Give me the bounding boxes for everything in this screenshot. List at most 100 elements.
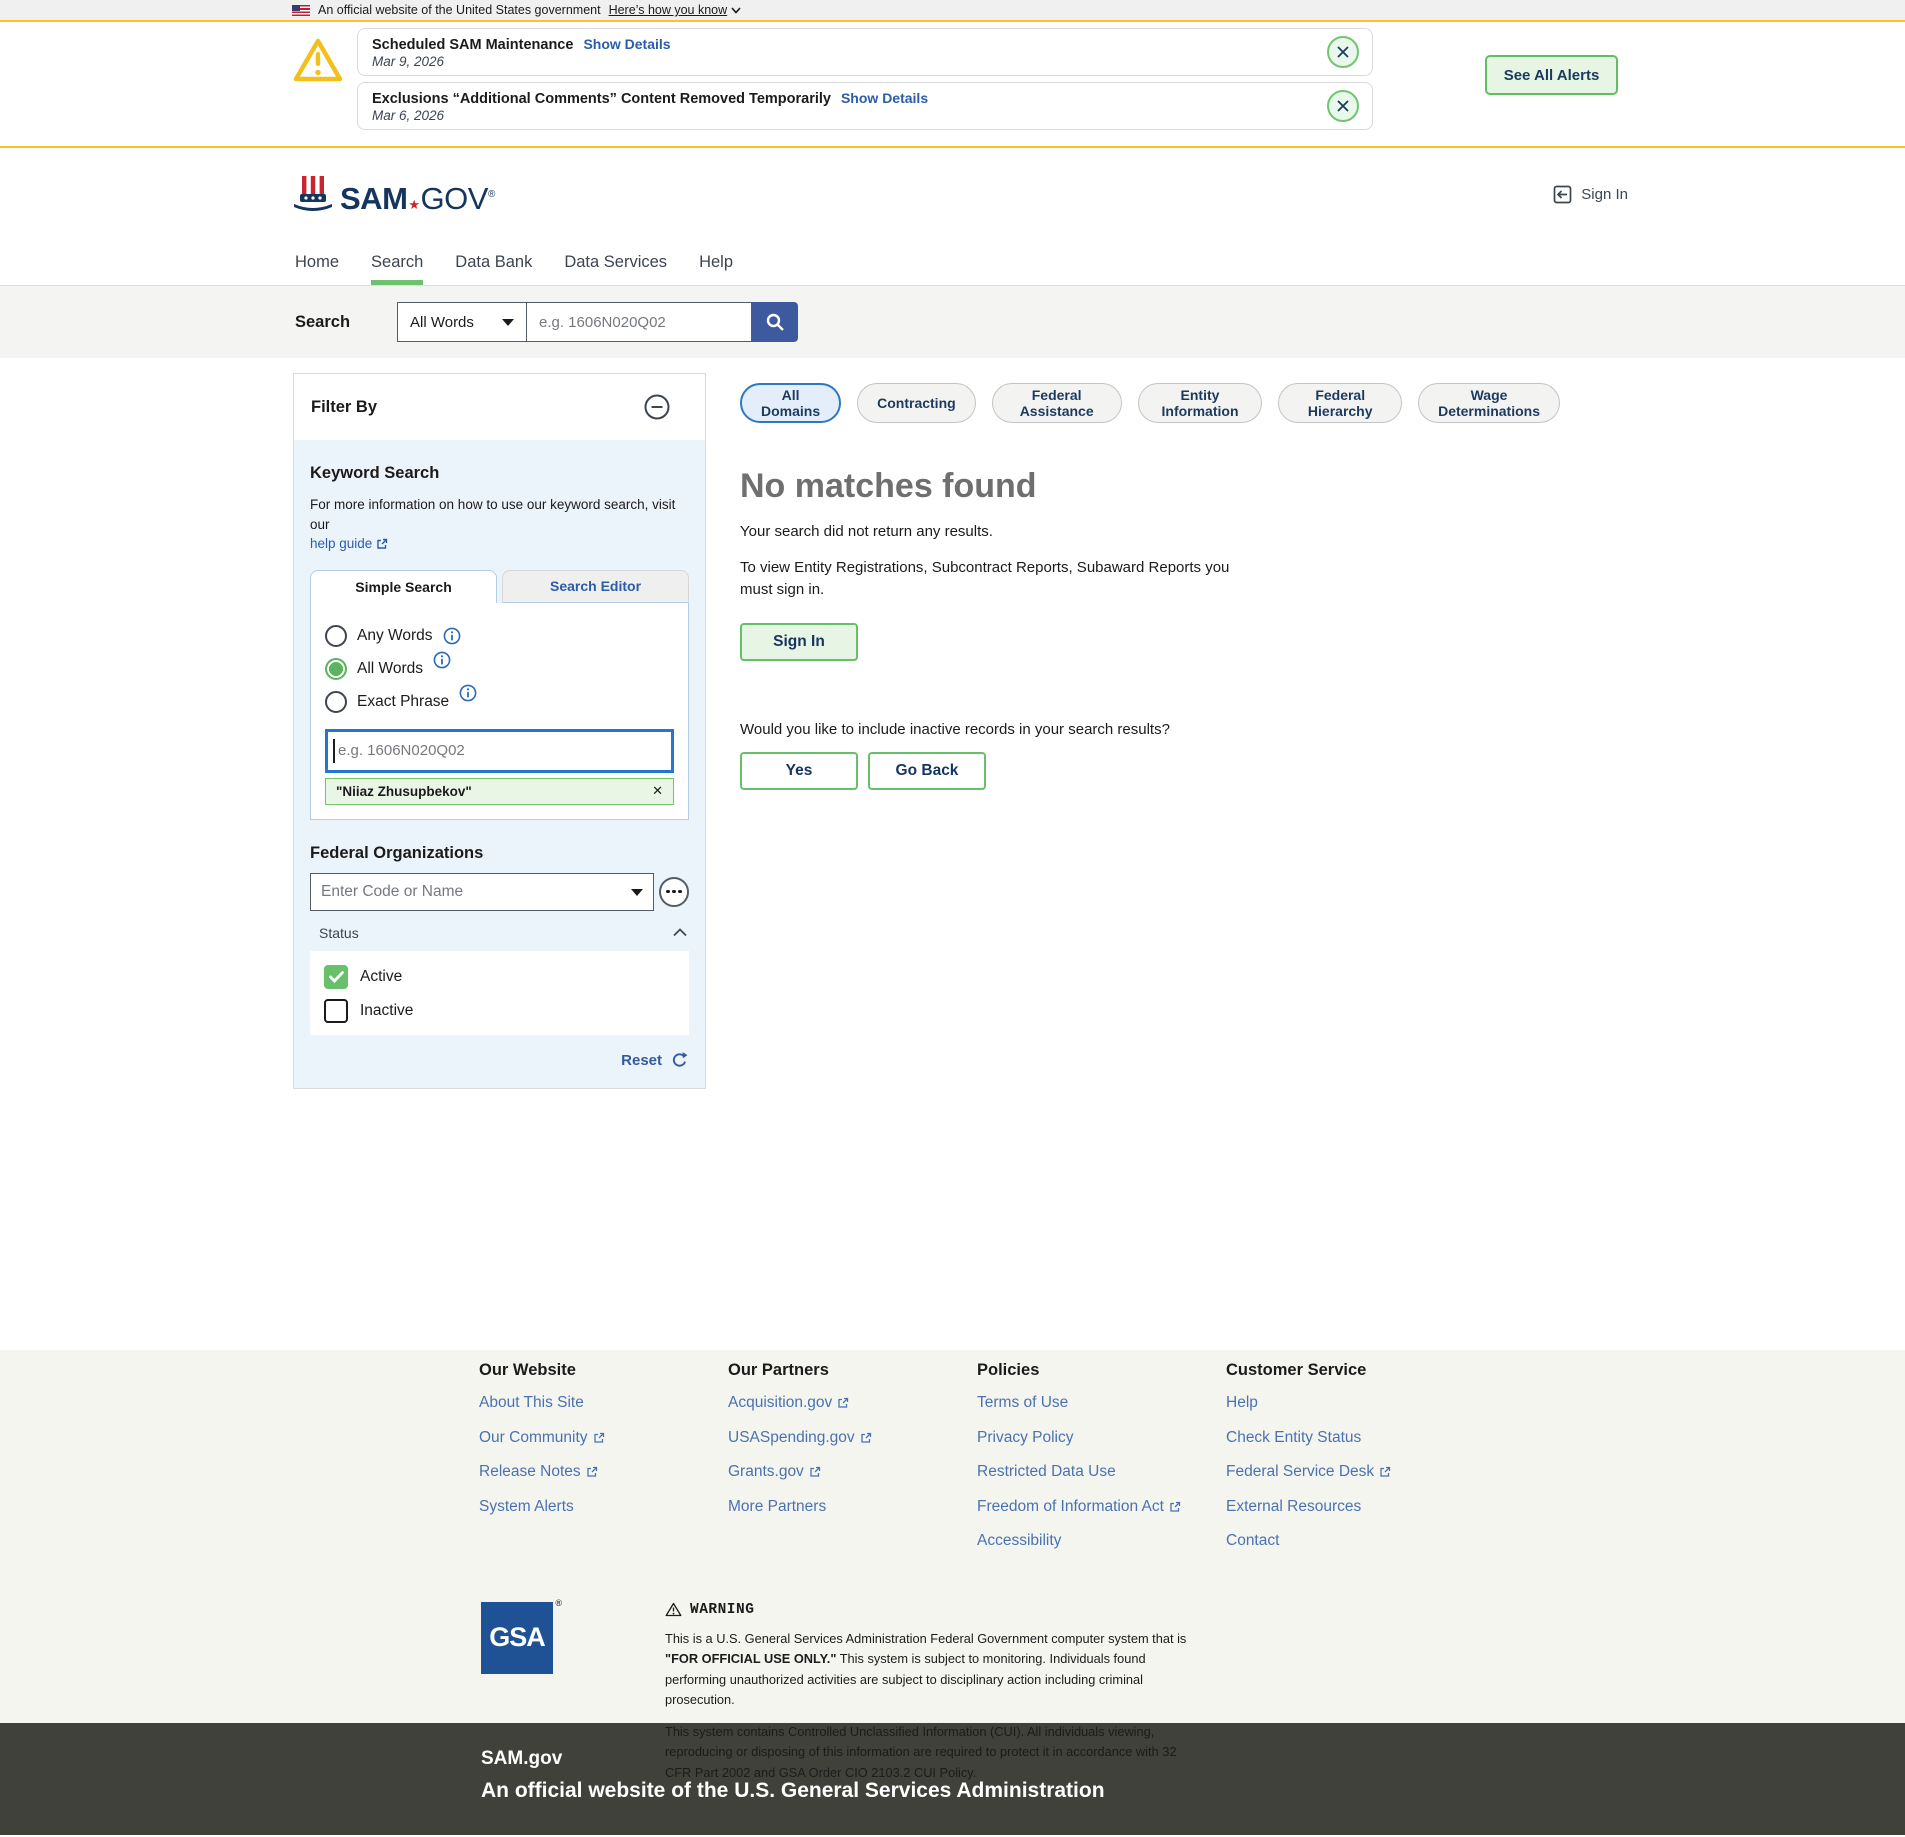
nav-item-data-bank[interactable]: Data Bank <box>455 240 532 285</box>
alert-close-button[interactable] <box>1327 90 1359 122</box>
info-icon[interactable] <box>443 627 461 645</box>
tab-search-editor[interactable]: Search Editor <box>502 570 689 603</box>
footer-link-check-entity-status[interactable]: Check Entity Status <box>1226 1429 1475 1448</box>
footer-link-privacy-policy[interactable]: Privacy Policy <box>977 1429 1226 1448</box>
federal-orgs-input[interactable] <box>310 873 654 911</box>
gov-banner-how-link[interactable]: Here’s how you know <box>609 3 742 17</box>
footer-link-release-notes[interactable]: Release Notes <box>479 1463 728 1482</box>
footer-link-foia[interactable]: Freedom of Information Act <box>977 1498 1226 1517</box>
keyword-search-input[interactable] <box>325 729 674 773</box>
footer-link-acquisition-gov[interactable]: Acquisition.gov <box>728 1394 977 1413</box>
keyword-search-info: For more information on how to use our k… <box>310 495 689 554</box>
external-link-icon <box>586 1466 598 1478</box>
info-icon[interactable] <box>459 684 477 702</box>
status-option-inactive[interactable]: Inactive <box>324 999 675 1023</box>
footer-link-help[interactable]: Help <box>1226 1394 1475 1413</box>
radio-exact-phrase[interactable] <box>325 691 347 713</box>
domain-filter-pills: All Domains Contracting Federal Assistan… <box>740 383 1560 423</box>
nav-item-data-services[interactable]: Data Services <box>564 240 667 285</box>
domain-pill-contracting[interactable]: Contracting <box>857 383 976 423</box>
domain-pill-federal-assistance[interactable]: Federal Assistance <box>992 383 1122 423</box>
footer-link-external-resources[interactable]: External Resources <box>1226 1498 1475 1517</box>
us-flag-icon <box>292 5 310 16</box>
domain-pill-all-domains[interactable]: All Domains <box>740 383 841 423</box>
checkbox-unchecked-icon[interactable] <box>324 999 348 1023</box>
sam-gov-logo[interactable]: SAM★GOV® <box>292 174 495 214</box>
sign-in-button[interactable]: Sign In <box>740 623 858 661</box>
footer-link-grants-gov[interactable]: Grants.gov <box>728 1463 977 1482</box>
nav-item-help[interactable]: Help <box>699 240 733 285</box>
warning-triangle-icon <box>292 36 344 89</box>
include-inactive-question: Would you like to include inactive recor… <box>740 721 1560 738</box>
footer-column-our-partners: Our Partners Acquisition.gov USASpending… <box>728 1361 977 1567</box>
chevron-down-icon <box>502 319 514 326</box>
radio-all-words[interactable] <box>325 658 347 680</box>
external-link-icon <box>809 1466 821 1478</box>
sign-in-note: To view Entity Registrations, Subcontrac… <box>740 557 1245 601</box>
keyword-tag-remove-button[interactable]: ✕ <box>652 783 663 799</box>
alert-card: Exclusions “Additional Comments” Content… <box>357 82 1373 130</box>
footer-link-accessibility[interactable]: Accessibility <box>977 1532 1226 1551</box>
no-matches-heading: No matches found <box>740 467 1560 506</box>
domain-pill-entity-information[interactable]: Entity Information <box>1138 383 1263 423</box>
site-header: SAM★GOV® Sign In <box>0 148 1905 240</box>
search-submit-button[interactable] <box>752 302 798 342</box>
sign-in-link[interactable]: Sign In <box>1553 185 1628 204</box>
status-section-toggle[interactable]: Status <box>310 925 689 941</box>
checkbox-checked-icon[interactable] <box>324 965 348 989</box>
yes-button[interactable]: Yes <box>740 752 858 790</box>
tab-simple-search[interactable]: Simple Search <box>310 570 497 603</box>
footer-link-federal-service-desk[interactable]: Federal Service Desk <box>1226 1463 1475 1482</box>
go-back-button[interactable]: Go Back <box>868 752 986 790</box>
warning-paragraph-1: This is a U.S. General Services Administ… <box>665 1629 1190 1711</box>
footer-tagline: An official website of the U.S. General … <box>481 1779 1905 1803</box>
radio-any-words[interactable] <box>325 625 347 647</box>
info-icon[interactable] <box>433 651 451 669</box>
close-icon <box>1336 99 1350 113</box>
footer-link-contact[interactable]: Contact <box>1226 1532 1475 1551</box>
alert-date: Mar 6, 2026 <box>372 108 1312 123</box>
status-option-active[interactable]: Active <box>324 965 675 989</box>
search-label: Search <box>295 313 397 332</box>
footer-heading: Customer Service <box>1226 1361 1475 1380</box>
see-all-alerts-button[interactable]: See All Alerts <box>1485 55 1618 95</box>
search-mode-select[interactable]: All Words <box>397 302 527 342</box>
alert-show-details-link[interactable]: Show Details <box>583 36 670 52</box>
alert-title: Scheduled SAM Maintenance <box>372 37 573 53</box>
login-icon <box>1553 185 1572 204</box>
radio-any-words-label: Any Words <box>357 627 433 645</box>
alert-card: Scheduled SAM Maintenance Show Details M… <box>357 28 1373 76</box>
filter-panel: Filter By Keyword Search For more inform… <box>293 373 706 1089</box>
help-guide-link[interactable]: help guide <box>310 534 388 554</box>
status-options-card: Active Inactive <box>310 951 689 1035</box>
footer-column-customer-service: Customer Service Help Check Entity Statu… <box>1226 1361 1475 1567</box>
footer-link-terms-of-use[interactable]: Terms of Use <box>977 1394 1226 1413</box>
chevron-down-icon <box>731 7 741 14</box>
global-search-input[interactable] <box>527 302 752 342</box>
refresh-icon[interactable] <box>670 1051 689 1070</box>
footer-link-usaspending-gov[interactable]: USASpending.gov <box>728 1429 977 1448</box>
reset-filters-link[interactable]: Reset <box>621 1052 662 1069</box>
federal-orgs-more-button[interactable] <box>659 877 689 907</box>
footer-link-about-this-site[interactable]: About This Site <box>479 1394 728 1413</box>
domain-pill-federal-hierarchy[interactable]: Federal Hierarchy <box>1278 383 1402 423</box>
footer-link-more-partners[interactable]: More Partners <box>728 1498 977 1517</box>
system-warning: WARNING This is a U.S. General Services … <box>665 1602 1190 1783</box>
simple-search-card: Any Words All Words Exact Phrase <box>310 603 689 820</box>
nav-item-home[interactable]: Home <box>295 240 339 285</box>
external-link-icon <box>1379 1466 1391 1478</box>
alert-show-details-link[interactable]: Show Details <box>841 90 928 106</box>
search-band: Search All Words <box>0 286 1905 358</box>
gov-banner-text: An official website of the United States… <box>318 3 601 17</box>
footer-link-restricted-data-use[interactable]: Restricted Data Use <box>977 1463 1226 1482</box>
status-label: Status <box>319 925 359 941</box>
alert-close-button[interactable] <box>1327 36 1359 68</box>
domain-pill-wage-determinations[interactable]: Wage Determinations <box>1418 383 1560 423</box>
collapse-filters-button[interactable] <box>644 394 670 420</box>
alert-date: Mar 9, 2026 <box>372 54 1312 69</box>
nav-item-search[interactable]: Search <box>371 240 423 285</box>
keyword-tag-text: "Niiaz Zhusupbekov" <box>336 784 472 799</box>
footer-link-our-community[interactable]: Our Community <box>479 1429 728 1448</box>
chevron-down-icon[interactable] <box>631 889 643 896</box>
footer-link-system-alerts[interactable]: System Alerts <box>479 1498 728 1517</box>
